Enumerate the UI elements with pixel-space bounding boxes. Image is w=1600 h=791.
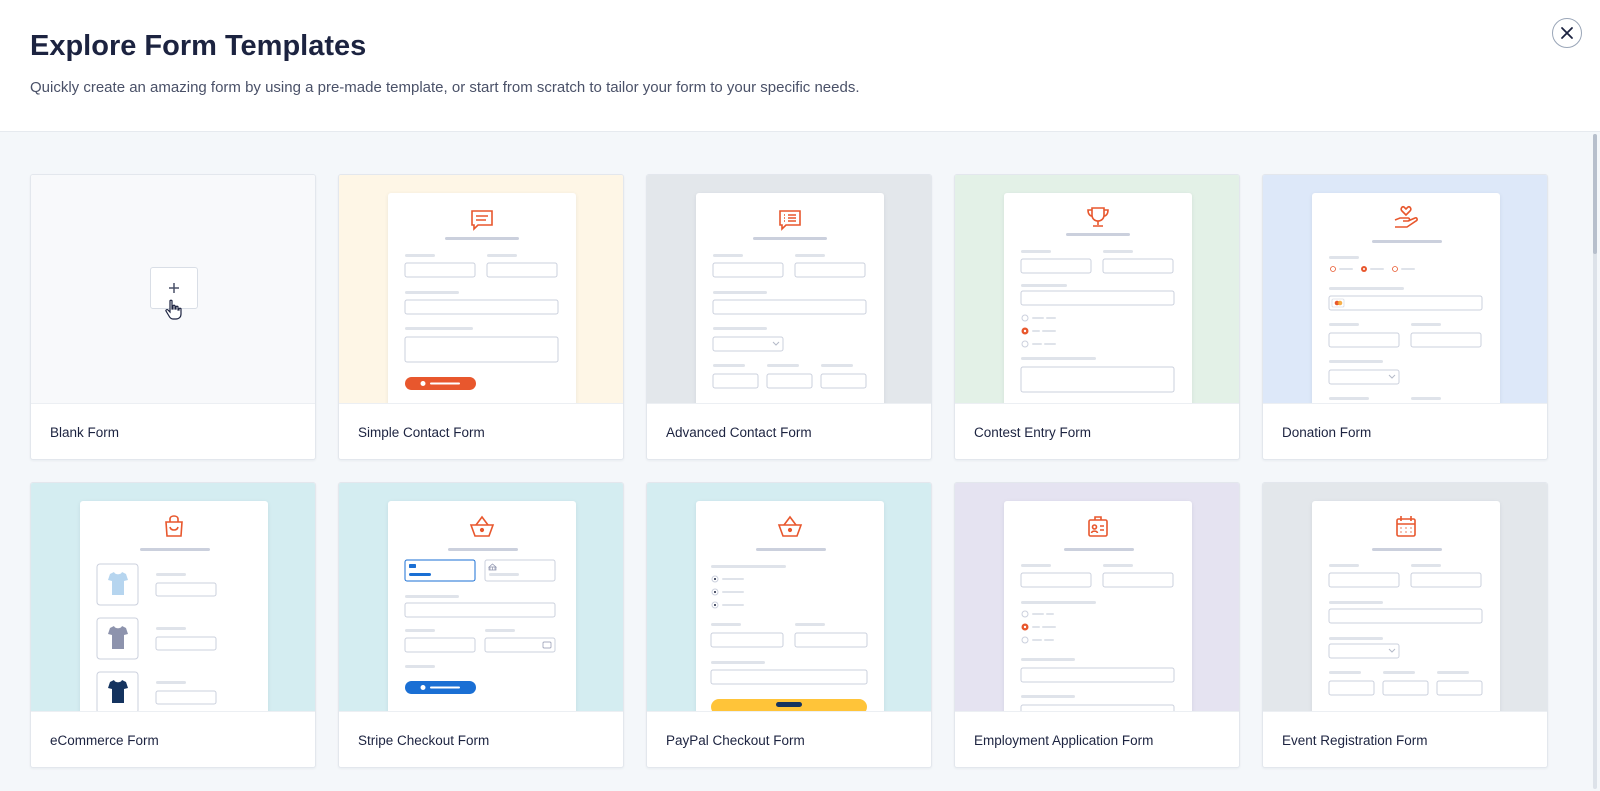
calendar-icon: [1396, 516, 1416, 537]
page-title: Explore Form Templates: [30, 30, 367, 62]
template-card-blank-form[interactable]: Blank Form: [30, 174, 316, 460]
form-preview: [1312, 193, 1500, 403]
template-label: PayPal Checkout Form: [647, 711, 931, 767]
template-thumbnail: [955, 175, 1239, 403]
chat-icon: [471, 210, 493, 231]
form-preview: [1004, 501, 1192, 711]
template-thumbnail: [31, 175, 315, 403]
template-label: Event Registration Form: [1263, 711, 1547, 767]
template-grid: Blank Form Simple Contact Form Advanced …: [30, 174, 1548, 768]
template-label: Blank Form: [31, 403, 315, 459]
page-subtitle: Quickly create an amazing form by using …: [30, 79, 860, 96]
template-card-contest-entry-form[interactable]: Contest Entry Form: [954, 174, 1240, 460]
scrollbar-thumb[interactable]: [1593, 134, 1597, 254]
form-preview: [80, 501, 268, 711]
template-thumbnail: [647, 175, 931, 403]
form-preview: [696, 193, 884, 403]
template-label: Advanced Contact Form: [647, 403, 931, 459]
template-card-donation-form[interactable]: Donation Form: [1262, 174, 1548, 460]
form-preview: [388, 501, 576, 711]
template-card-employment-application-form[interactable]: Employment Application Form: [954, 482, 1240, 768]
modal-header: Explore Form Templates Quickly create an…: [0, 0, 1600, 132]
basket-icon: [469, 515, 495, 537]
form-preview: [388, 193, 576, 403]
form-preview: [696, 501, 884, 711]
template-label: Simple Contact Form: [339, 403, 623, 459]
chat-list-icon: [779, 210, 801, 231]
id-badge-icon: [1088, 516, 1108, 537]
template-thumbnail: [1263, 175, 1547, 403]
trophy-icon: [1087, 207, 1109, 227]
close-button[interactable]: [1552, 18, 1582, 48]
template-thumbnail: [31, 483, 315, 711]
template-thumbnail: [955, 483, 1239, 711]
template-thumbnail: [647, 483, 931, 711]
template-card-advanced-contact-form[interactable]: Advanced Contact Form: [646, 174, 932, 460]
plus-icon: [169, 283, 179, 293]
template-label: Stripe Checkout Form: [339, 711, 623, 767]
template-card-paypal-checkout-form[interactable]: PayPal Checkout Form: [646, 482, 932, 768]
template-card-event-registration-form[interactable]: Event Registration Form: [1262, 482, 1548, 768]
hand-heart-icon: [1394, 206, 1418, 228]
template-card-simple-contact-form[interactable]: Simple Contact Form: [338, 174, 624, 460]
template-thumbnail: [339, 483, 623, 711]
template-card-stripe-checkout-form[interactable]: Stripe Checkout Form: [338, 482, 624, 768]
template-label: eCommerce Form: [31, 711, 315, 767]
shopping-bag-icon: [165, 515, 183, 537]
form-preview: [1312, 501, 1500, 711]
close-icon: [1561, 27, 1573, 39]
template-thumbnail: [339, 175, 623, 403]
basket-icon: [777, 515, 803, 537]
form-preview: [1004, 193, 1192, 403]
hand-cursor-icon: [165, 299, 182, 320]
template-label: Contest Entry Form: [955, 403, 1239, 459]
template-card-ecommerce-form[interactable]: eCommerce Form: [30, 482, 316, 768]
template-label: Donation Form: [1263, 403, 1547, 459]
template-thumbnail: [1263, 483, 1547, 711]
template-label: Employment Application Form: [955, 711, 1239, 767]
